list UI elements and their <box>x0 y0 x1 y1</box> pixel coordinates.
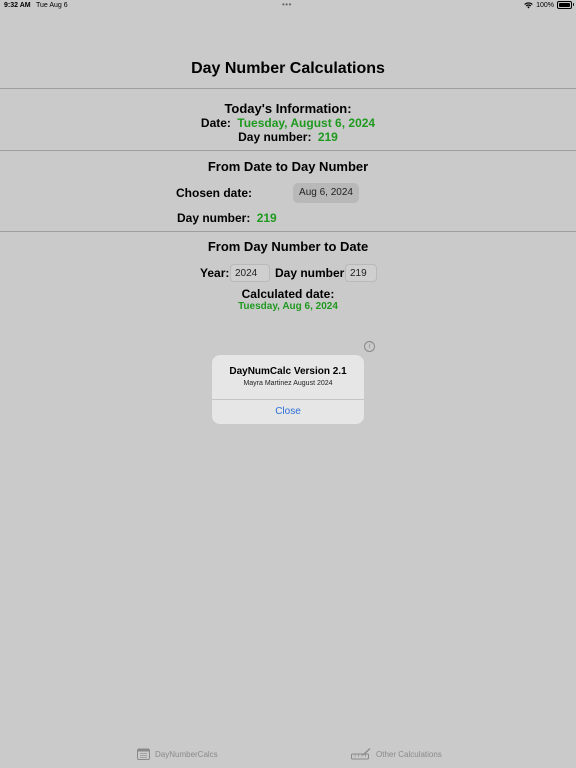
day-number-input[interactable]: 219 <box>345 264 377 282</box>
multitasking-dots[interactable]: ••• <box>282 0 292 9</box>
year-label: Year: <box>200 266 230 280</box>
tab-other-calculations[interactable]: Other Calculations <box>351 747 442 761</box>
year-input[interactable]: 2024 <box>230 264 270 282</box>
today-date-label: Date: <box>200 116 231 130</box>
calculated-date-label: Calculated date: <box>241 287 335 301</box>
status-date: Tue Aug 6 <box>36 2 68 9</box>
tab-label: DayNumberCalcs <box>155 749 218 759</box>
status-bar: 9:32 AM Tue Aug 6 ••• 100% <box>0 0 576 12</box>
battery-icon <box>557 1 574 9</box>
today-date-value: Tuesday, August 6, 2024 <box>237 116 376 130</box>
tab-label: Other Calculations <box>376 749 442 759</box>
date-to-day-heading: From Date to Day Number <box>207 159 369 174</box>
calculated-date-value: Tuesday, Aug 6, 2024 <box>238 301 338 312</box>
battery-percent: 100% <box>536 1 554 9</box>
page-title: Day Number Calculations <box>191 60 385 77</box>
date-to-day-result-row: Day number: 219 <box>177 211 277 225</box>
divider <box>0 88 576 89</box>
divider <box>0 231 576 232</box>
today-day-label: Day number: <box>238 130 312 144</box>
divider <box>0 150 576 151</box>
date-to-day-day-value: 219 <box>256 211 277 225</box>
alert-message: Mayra Martinez August 2024 <box>243 380 333 387</box>
ruler-pencil-icon <box>351 748 371 760</box>
tab-daynumbercalcs[interactable]: DayNumberCalcs <box>137 747 218 761</box>
today-date-row: Date: Tuesday, August 6, 2024 <box>0 116 576 130</box>
alert-title: DayNumCalc Version 2.1 <box>229 366 347 377</box>
today-day-value: 219 <box>317 130 338 144</box>
today-heading: Today's Information: <box>224 101 352 116</box>
status-time: 9:32 AM <box>4 2 31 9</box>
info-icon[interactable]: i <box>364 341 375 352</box>
date-to-day-day-label: Day number: <box>177 211 251 225</box>
about-alert: DayNumCalc Version 2.1 Mayra Martinez Au… <box>212 355 364 424</box>
wifi-icon <box>524 1 533 8</box>
today-day-row: Day number: 219 <box>0 130 576 144</box>
close-button[interactable]: Close <box>212 400 364 424</box>
day-to-date-heading: From Day Number to Date <box>207 239 369 254</box>
status-right: 100% <box>524 1 574 9</box>
calendar-icon <box>137 748 150 760</box>
chosen-date-label: Chosen date: <box>176 186 253 200</box>
date-picker-button[interactable]: Aug 6, 2024 <box>293 183 359 203</box>
day-number-label: Day number: <box>275 266 349 280</box>
